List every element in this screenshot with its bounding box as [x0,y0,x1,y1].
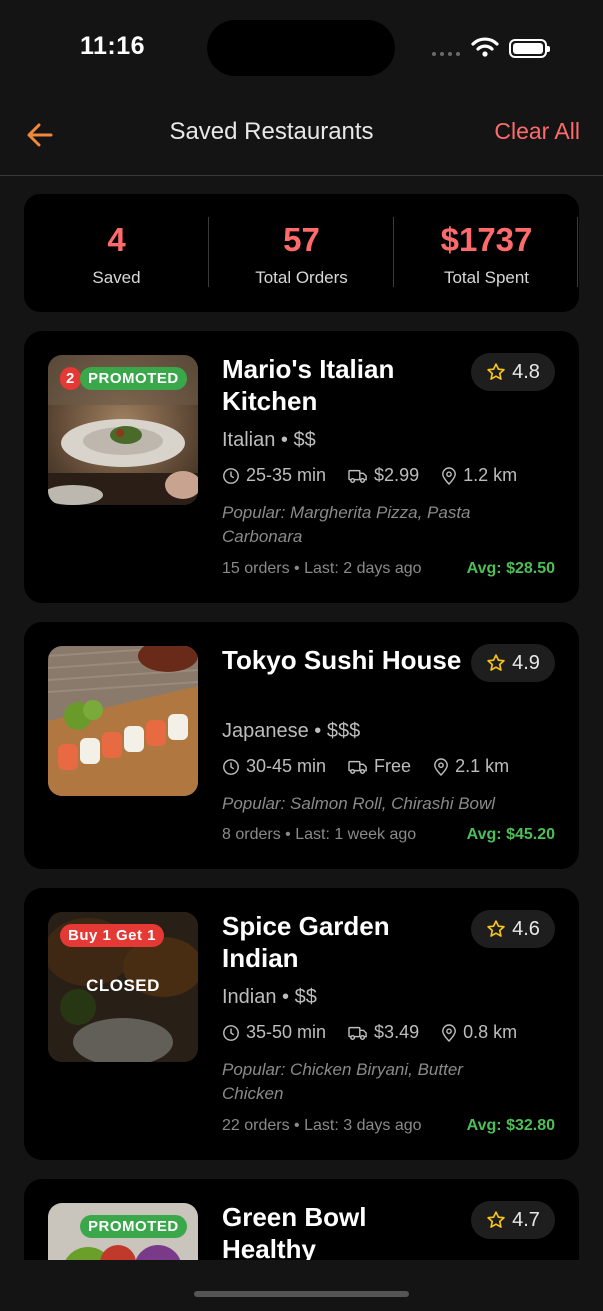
stat-value: $1737 [440,221,533,258]
home-indicator[interactable] [194,1291,409,1297]
stat-saved: 4 Saved [24,194,209,312]
distance: 0.8 km [463,1022,518,1042]
wifi-icon [471,37,499,57]
status-time: 11:16 [80,32,146,60]
truck-icon [348,1026,367,1040]
clock-icon [223,1024,239,1041]
star-icon [487,363,505,380]
cuisine: Indian [222,986,277,1008]
average-spend: Avg: $45.20 [466,826,555,843]
order-summary: 15 orders • Last: 2 days ago Avg: $28.50 [222,560,555,577]
rating-badge: 4.6 [471,910,555,948]
clock-icon [223,758,239,775]
restaurant-name: Mario's Italian Kitchen [222,354,395,416]
cuisine-price: Indian • $$ [222,986,317,1008]
average-spend: Avg: $28.50 [466,560,555,577]
stat-label: Saved [92,268,141,287]
rating-badge: 4.7 [471,1201,555,1239]
location-pin-icon [442,1023,457,1042]
deal-badge: Buy 1 Get 1 [60,924,165,947]
stat-total-spent: $1737 Total Spent [394,194,579,312]
delivery-fee: Free [374,756,412,776]
distance: 1.2 km [463,465,518,485]
restaurant-card[interactable]: CLOSED Buy 1 Get 1 Spice Garden Indian 4… [24,888,579,1160]
cuisine: Italian [222,429,276,451]
stat-value: 4 [107,221,126,258]
restaurant-card[interactable]: Tokyo Sushi House 4.9 Japanese • $$$ 30-… [24,622,579,869]
location-pin-icon [442,466,457,485]
delivery-fee: $2.99 [374,465,420,485]
clock-icon [223,467,239,484]
delivery-meta: 25-35 min $2.99 1.2 km [222,465,539,486]
status-bar: 11:16 [0,0,603,96]
stat-label: Total Spent [443,268,530,287]
cellular-signal-icon [432,52,460,56]
bottom-safe-area [0,1260,603,1311]
restaurant-name: Green Bowl Healthy [222,1202,367,1264]
truck-icon [348,469,367,483]
delivery-time: 30-45 min [246,756,327,776]
location-pin-icon [434,757,448,776]
rating-badge: 4.9 [471,644,555,682]
truck-icon [348,760,367,774]
star-icon [487,654,505,671]
stat-total-orders: 57 Total Orders [209,194,394,312]
order-count: 22 orders [222,1117,290,1134]
page-title: Saved Restaurants [169,118,374,145]
restaurant-name: Tokyo Sushi House [222,645,462,675]
divider [577,217,578,287]
stat-label: Total Orders [255,268,348,287]
popular-items: Popular: Salmon Roll, Chirashi Bowl [222,794,496,813]
price-level: $$ [294,986,317,1008]
rating-value: 4.9 [512,651,540,674]
popular-items: Popular: Margherita Pizza, Pasta Carbona… [222,503,471,546]
clear-all-button[interactable]: Clear All [494,118,580,145]
delivery-meta: 30-45 min Free 2.1 km [222,756,531,777]
rating-value: 4.8 [512,360,540,383]
restaurant-image [48,646,198,796]
delivery-time: 35-50 min [246,1022,327,1042]
price-level: $$$ [326,720,361,742]
last-order: Last: 2 days ago [304,560,422,577]
average-spend: Avg: $32.80 [466,1117,555,1134]
battery-icon [509,39,550,58]
stat-value: 57 [283,221,320,258]
last-order: Last: 3 days ago [304,1117,422,1134]
order-count: 8 orders [222,826,281,843]
promoted-badge: PROMOTED [80,1215,187,1238]
delivery-meta: 35-50 min $3.49 0.8 km [222,1022,539,1043]
cuisine-price: Italian • $$ [222,429,316,451]
cuisine-price: Japanese • $$$ [222,720,361,742]
rating-badge: 4.8 [471,353,555,391]
distance: 2.1 km [455,756,510,776]
price-level: $$ [293,429,316,451]
restaurant-card[interactable]: 2 PROMOTED Mario's Italian Kitchen 4.8 I… [24,331,579,603]
dynamic-island [207,20,395,76]
promoted-badge: PROMOTED [80,367,187,390]
restaurant-name: Spice Garden Indian [222,911,390,973]
closed-label: CLOSED [86,976,160,995]
order-count: 15 orders [222,560,290,577]
delivery-time: 25-35 min [246,465,327,485]
cuisine: Japanese [222,720,309,742]
star-icon [487,920,505,937]
order-summary: 8 orders • Last: 1 week ago Avg: $45.20 [222,826,555,843]
delivery-fee: $3.49 [374,1022,420,1042]
rating-value: 4.7 [512,1208,540,1231]
order-count-badge: 2 [60,367,81,390]
rating-value: 4.6 [512,917,540,940]
popular-items: Popular: Chicken Biryani, Butter Chicken [222,1060,463,1103]
nav-header: Saved Restaurants Clear All [0,96,603,176]
star-icon [487,1211,505,1228]
order-summary: 22 orders • Last: 3 days ago Avg: $32.80 [222,1117,555,1134]
last-order: Last: 1 week ago [295,826,417,843]
stats-summary: 4 Saved 57 Total Orders $1737 Total Spen… [24,194,579,312]
